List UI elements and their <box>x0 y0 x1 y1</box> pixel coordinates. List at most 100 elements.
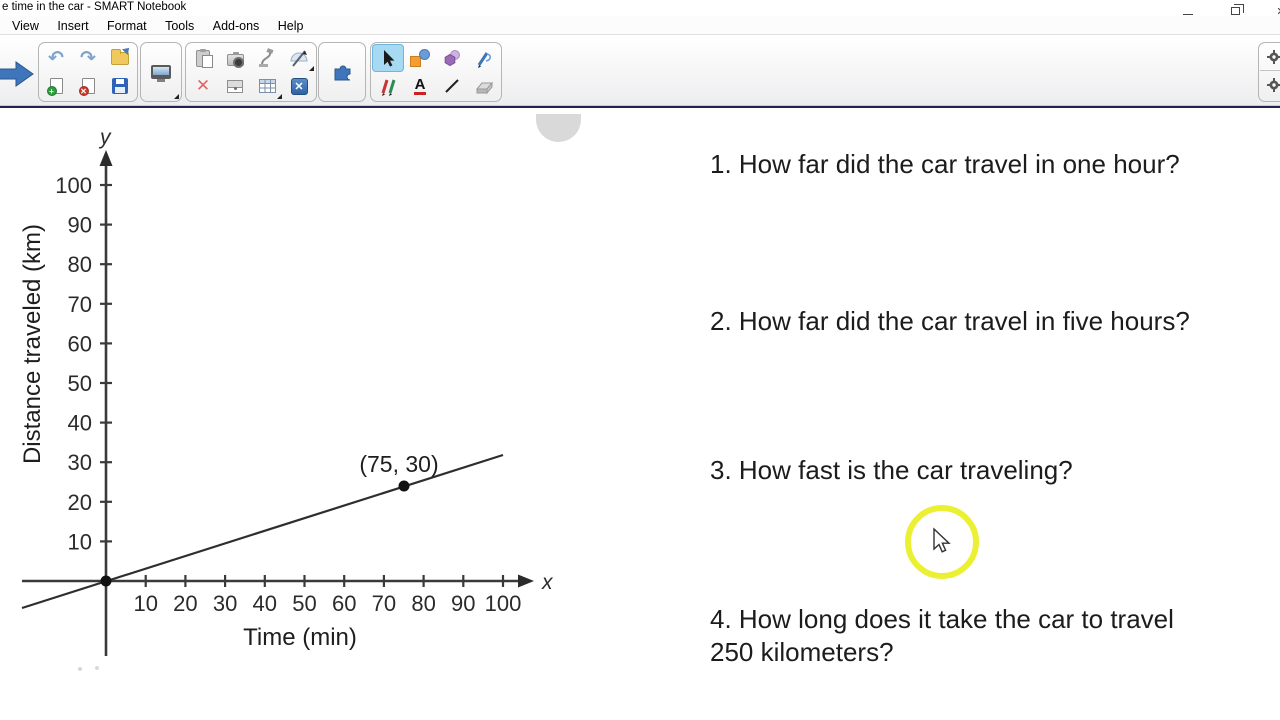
hide-button[interactable]: ✕ <box>283 72 315 100</box>
x-axis-title: Time (min) <box>243 624 357 651</box>
menu-tools[interactable]: Tools <box>158 18 201 34</box>
minimize-icon <box>1183 13 1193 15</box>
pens-icon <box>381 79 396 96</box>
toolbar: ↶ + ↷ ✕ ✕ ✕ A <box>0 36 1280 108</box>
maximize-icon <box>1230 4 1244 15</box>
svg-text:80: 80 <box>68 252 92 277</box>
svg-text:60: 60 <box>332 591 356 616</box>
eraser-icon <box>475 81 493 95</box>
svg-text:90: 90 <box>451 591 475 616</box>
x-axis-letter: x <box>541 571 554 594</box>
undo-button[interactable]: ↶ <box>40 44 72 72</box>
y-axis-arrow-icon <box>99 150 113 166</box>
x-axis-arrow-icon <box>518 574 534 588</box>
save-button[interactable] <box>104 72 136 100</box>
open-folder-icon <box>111 48 129 65</box>
delete-page-icon: ✕ <box>78 78 95 96</box>
svg-text:100: 100 <box>55 173 92 198</box>
dropdown-arrow-icon <box>309 66 314 71</box>
title-bar: e time in the car - SMART Notebook ✕ <box>0 0 1280 18</box>
close-button[interactable]: ✕ <box>1268 2 1280 18</box>
svg-text:20: 20 <box>68 490 92 515</box>
maximize-button[interactable] <box>1222 2 1248 15</box>
question-3[interactable]: 3. How fast is the car traveling? <box>710 454 1258 487</box>
puzzle-icon <box>334 65 351 81</box>
svg-text:10: 10 <box>68 529 92 554</box>
svg-text:40: 40 <box>253 591 277 616</box>
data-line <box>21 453 504 610</box>
line-icon <box>445 79 459 93</box>
menu-insert[interactable]: Insert <box>50 18 95 34</box>
display-modes-button[interactable] <box>142 44 180 100</box>
screen-shade-button[interactable] <box>219 72 251 100</box>
delete-x-icon: ✕ <box>195 76 211 96</box>
tools-group: A <box>370 42 502 102</box>
magic-pen-tool[interactable] <box>468 44 500 72</box>
dropdown-arrow-icon <box>277 94 282 99</box>
window-title: e time in the car - SMART Notebook <box>2 1 187 13</box>
gear-icon <box>1267 77 1280 92</box>
undo-icon: ↶ <box>48 47 64 69</box>
table-button[interactable] <box>251 72 283 100</box>
hide-x-icon: ✕ <box>290 77 308 95</box>
point-label: (75, 30) <box>359 451 438 477</box>
svg-text:50: 50 <box>292 591 316 616</box>
svg-text:10: 10 <box>133 591 157 616</box>
distance-time-graph[interactable]: y x (75, 30) Time (min) Distance travele… <box>0 108 570 683</box>
faded-mark <box>78 667 82 671</box>
menu-bar: View Insert Format Tools Add-ons Help <box>0 16 1280 35</box>
question-4[interactable]: 4. How long does it take the car to trav… <box>710 603 1258 669</box>
addons-button[interactable] <box>320 44 364 100</box>
document-camera-button[interactable] <box>251 44 283 72</box>
svg-text:80: 80 <box>411 591 435 616</box>
new-page-icon: + <box>46 78 63 96</box>
measurement-tools-icon <box>290 50 308 67</box>
screen-capture-button[interactable] <box>219 44 251 72</box>
lines-tool[interactable] <box>436 72 468 100</box>
text-a-icon: A <box>413 76 427 95</box>
display-icon <box>151 65 171 82</box>
next-page-icon <box>0 61 34 87</box>
mouse-cursor-icon <box>933 527 951 553</box>
delete-page-button[interactable]: ✕ <box>72 72 104 100</box>
question-1[interactable]: 1. How far did the car travel in one hou… <box>710 148 1258 181</box>
y-axis-title: Distance traveled (km) <box>19 224 46 464</box>
paste-icon <box>196 48 213 68</box>
open-button[interactable] <box>104 44 136 72</box>
next-page-button[interactable] <box>0 60 36 88</box>
axis-ticks: 10 20 30 40 50 60 70 80 90 100 10 20 30 40 50 60 70 80 90 1… <box>55 173 521 616</box>
faded-mark <box>95 666 99 670</box>
select-tool[interactable] <box>372 44 404 72</box>
new-page-button[interactable]: + <box>40 72 72 100</box>
y-axis-letter: y <box>98 126 112 149</box>
display-group <box>140 42 182 102</box>
save-icon <box>112 78 128 94</box>
screen-shade-icon <box>227 79 243 93</box>
svg-text:30: 30 <box>68 450 92 475</box>
dropdown-arrow-icon <box>174 94 179 99</box>
annotated-point <box>398 480 410 492</box>
document-camera-icon <box>259 48 274 67</box>
regular-polygons-tool[interactable] <box>436 44 468 72</box>
text-tool[interactable]: A <box>404 72 436 100</box>
pens-tool[interactable] <box>372 72 404 100</box>
menu-format[interactable]: Format <box>100 18 154 34</box>
menu-view[interactable]: View <box>5 18 46 34</box>
delete-button[interactable]: ✕ <box>187 72 219 100</box>
addons-group <box>318 42 366 102</box>
menu-help[interactable]: Help <box>271 18 311 34</box>
paste-button[interactable] <box>187 44 219 72</box>
redo-button[interactable]: ↷ <box>72 44 104 72</box>
shapes-tool[interactable] <box>404 44 436 72</box>
notebook-page: y x (75, 30) Time (min) Distance travele… <box>0 108 1280 720</box>
minimize-button[interactable] <box>1175 2 1201 15</box>
measurement-tools-button[interactable] <box>283 44 315 72</box>
svg-text:20: 20 <box>173 591 197 616</box>
question-2[interactable]: 2. How far did the car travel in five ho… <box>710 305 1258 338</box>
camera-icon <box>226 51 244 68</box>
toolbar-settings-bottom-button[interactable] <box>1260 71 1280 98</box>
menu-addons[interactable]: Add-ons <box>206 18 267 34</box>
toolbar-settings-top-button[interactable] <box>1260 44 1280 71</box>
clipboard-group: ✕ ✕ <box>185 42 317 102</box>
eraser-tool[interactable] <box>468 72 500 100</box>
